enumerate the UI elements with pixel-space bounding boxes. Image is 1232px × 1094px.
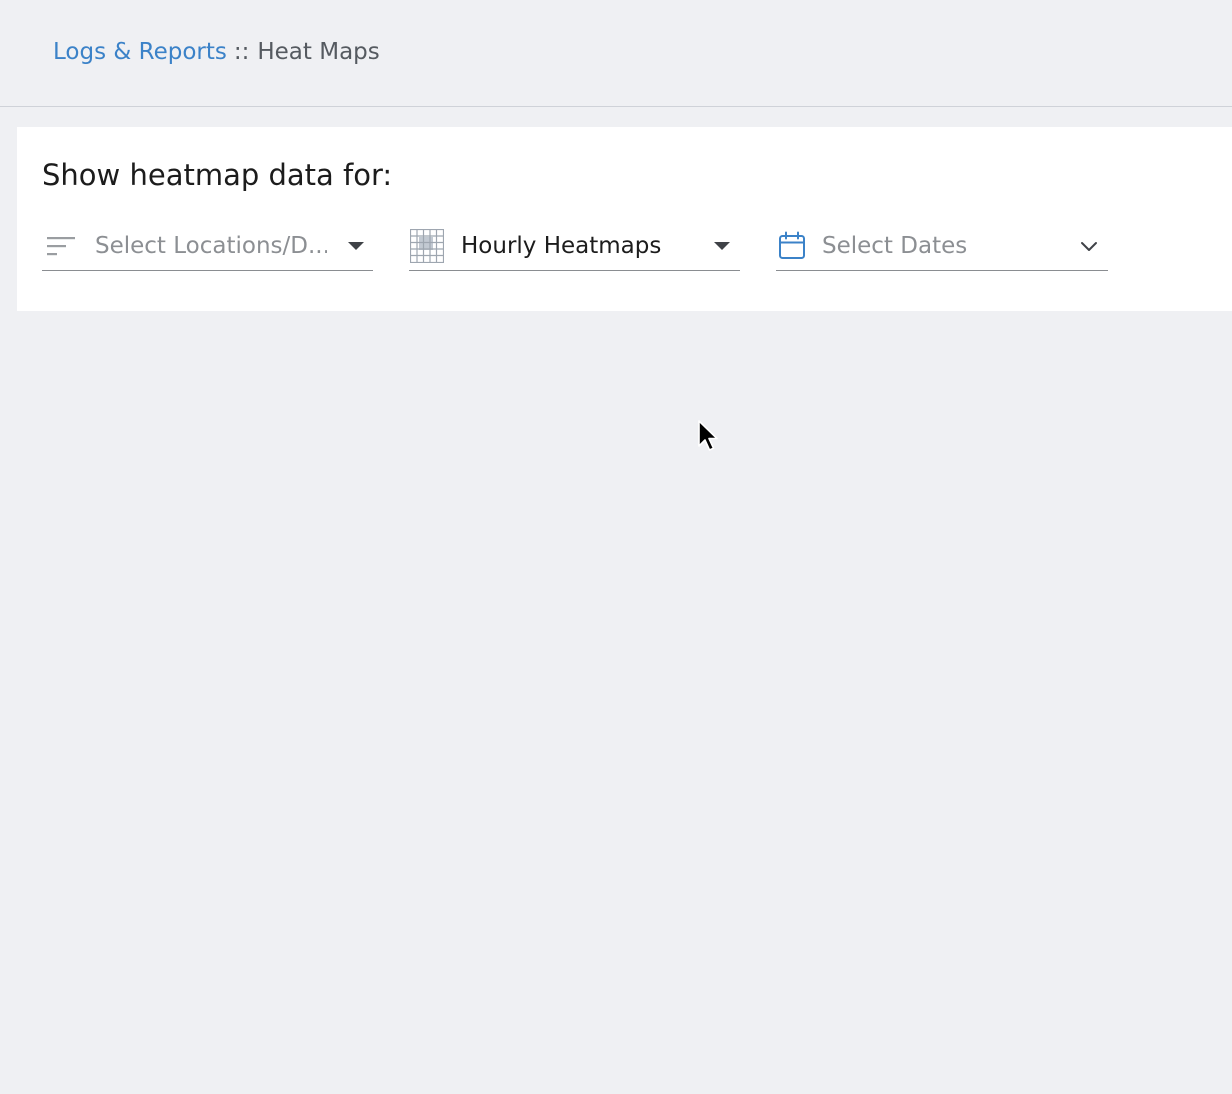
chevron-down-icon xyxy=(1078,235,1100,257)
filter-lines-icon xyxy=(44,229,78,263)
dates-select[interactable]: Select Dates xyxy=(776,223,1108,271)
grid-icon xyxy=(409,228,445,264)
breadcrumb: Logs & Reports:: Heat Maps xyxy=(53,36,380,68)
breadcrumb-current: Heat Maps xyxy=(257,39,380,65)
triangle-down-icon xyxy=(711,235,733,257)
breadcrumb-link-logs-reports[interactable]: Logs & Reports xyxy=(53,39,227,65)
page-header: Logs & Reports:: Heat Maps xyxy=(0,0,1232,107)
heatmap-type-select-value: Hourly Heatmaps xyxy=(461,233,662,259)
heatmap-filter-panel: Show heatmap data for: Select Locations/… xyxy=(17,127,1232,311)
panel-title: Show heatmap data for: xyxy=(42,158,393,192)
locations-select-value: Select Locations/D... xyxy=(95,233,327,259)
mouse-cursor-icon xyxy=(697,419,721,455)
heatmap-type-select[interactable]: Hourly Heatmaps xyxy=(409,223,740,271)
triangle-down-icon xyxy=(345,235,367,257)
dates-select-value: Select Dates xyxy=(822,233,968,259)
locations-select[interactable]: Select Locations/D... xyxy=(42,223,373,271)
calendar-icon xyxy=(776,229,810,263)
breadcrumb-separator: :: xyxy=(233,39,250,65)
